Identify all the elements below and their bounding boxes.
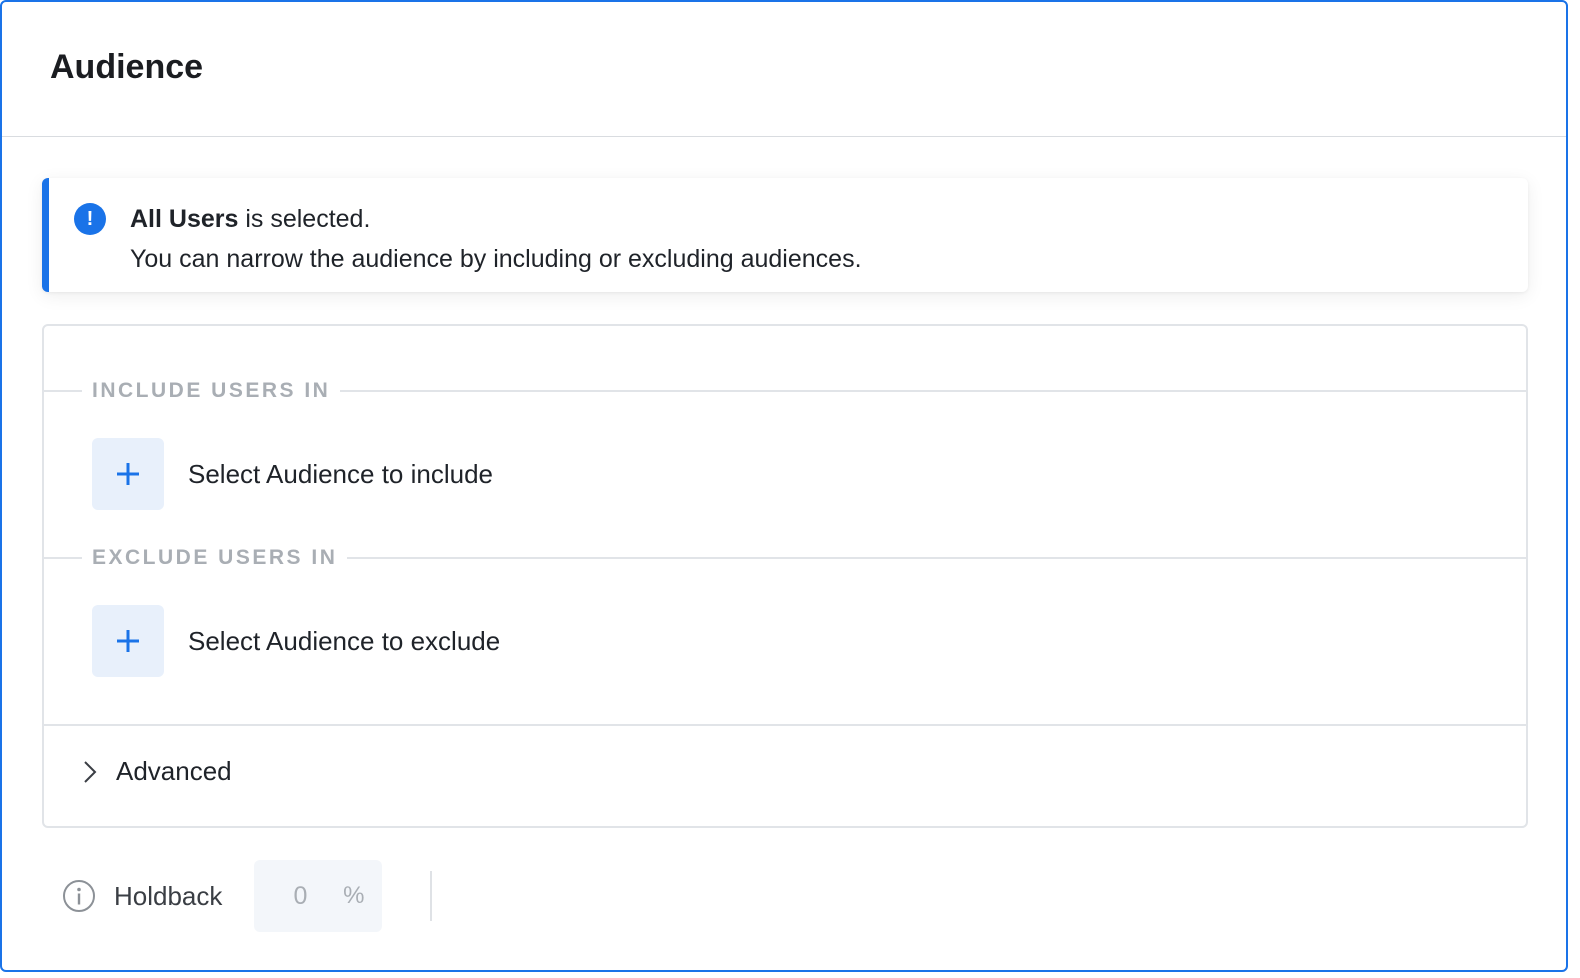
holdback-input[interactable] [280, 880, 321, 912]
holdback-unit: % [343, 882, 365, 909]
audience-rules-box: INCLUDE USERS IN Select Audience to incl… [42, 324, 1528, 828]
advanced-toggle[interactable]: Advanced [78, 756, 232, 787]
vertical-divider [430, 871, 433, 921]
include-section-label: INCLUDE USERS IN [82, 378, 341, 404]
holdback-field[interactable]: % [254, 860, 383, 932]
exclamation-icon: ! [74, 203, 106, 235]
banner-selected-audience: All Users [130, 205, 239, 233]
banner-text: All Users is selected. You can narrow th… [130, 199, 862, 279]
banner-selected-suffix: is selected. [238, 205, 371, 233]
advanced-label[interactable]: Advanced [116, 756, 232, 787]
page-title: Audience [50, 48, 204, 86]
select-audience-include-button[interactable]: Select Audience to include [92, 438, 493, 510]
plus-icon[interactable] [92, 438, 164, 510]
select-audience-exclude-button[interactable]: Select Audience to exclude [92, 605, 500, 677]
info-banner: ! All Users is selected. You can narrow … [42, 178, 1528, 292]
exclude-button-label[interactable]: Select Audience to exclude [188, 626, 500, 657]
panel-header: Audience [2, 2, 1566, 137]
banner-accent-bar [42, 178, 49, 292]
banner-description: You can narrow the audience by including… [130, 245, 862, 273]
plus-icon[interactable] [92, 605, 164, 677]
info-circle-icon[interactable] [62, 879, 96, 913]
include-button-label[interactable]: Select Audience to include [188, 459, 493, 490]
holdback-label: Holdback [114, 880, 223, 911]
banner-line-1: All Users is selected. [130, 199, 862, 239]
advanced-divider [44, 724, 1526, 726]
audience-panel: Audience ! All Users is selected. You ca… [0, 0, 1568, 972]
exclude-section-label: EXCLUDE USERS IN [82, 545, 348, 571]
holdback-row: Holdback % [62, 860, 433, 932]
chevron-right-icon[interactable] [78, 758, 102, 786]
